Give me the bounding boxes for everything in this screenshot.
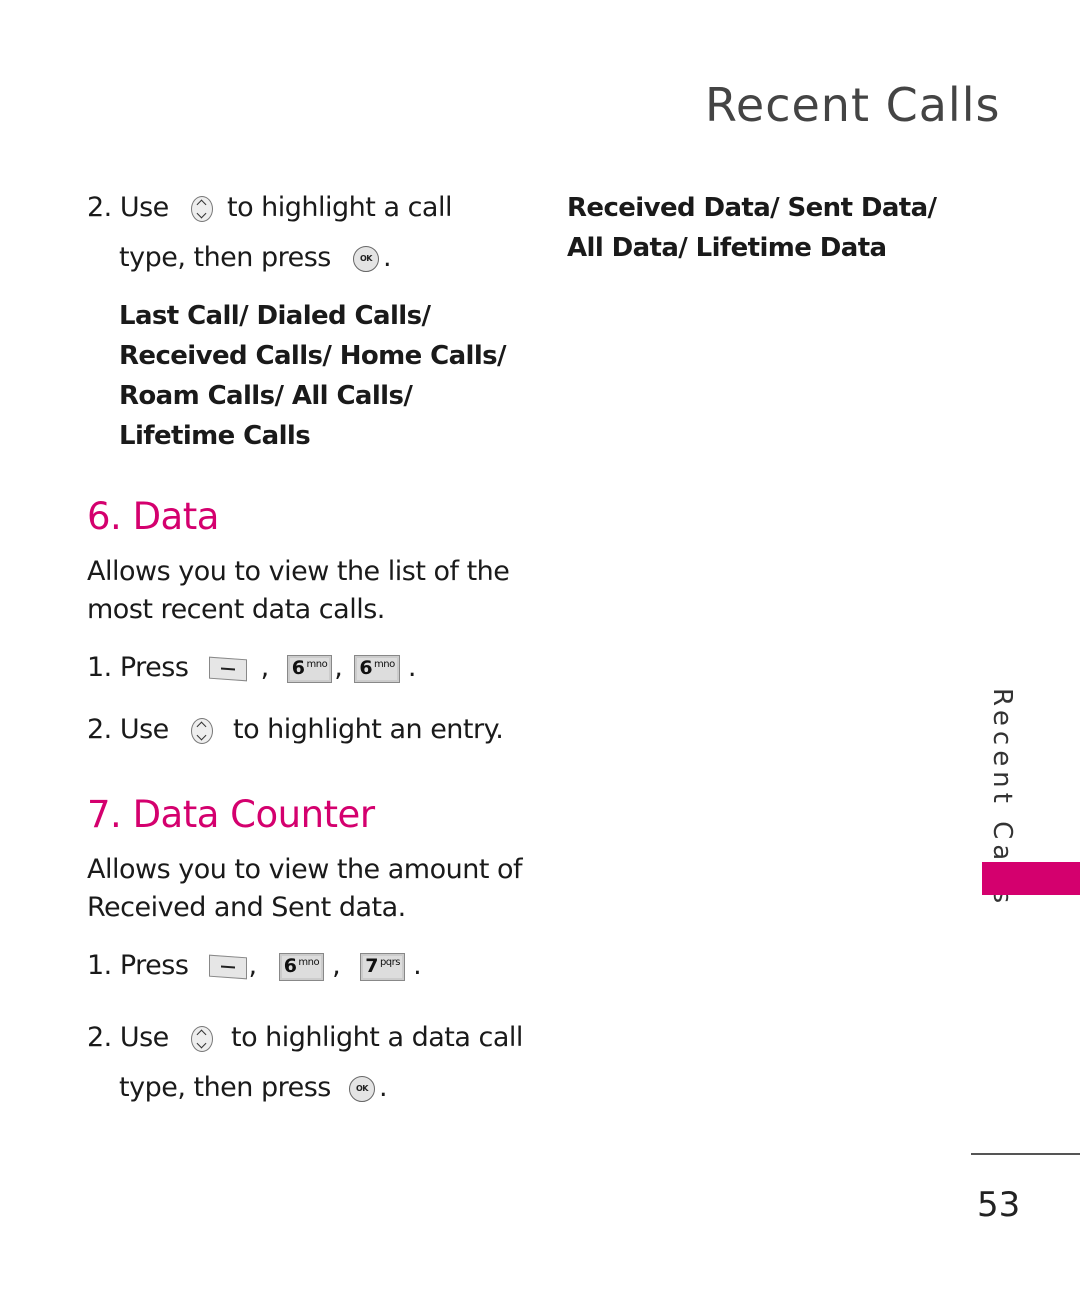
key-number: 6: [283, 954, 297, 977]
option-line: Received Calls/ Home Calls/: [119, 341, 507, 371]
data-step-1: 1. Press , 6 mno, 6 mno .: [87, 648, 416, 688]
data-description: Allows you to view the list of the most …: [87, 553, 510, 629]
key-number: 6: [291, 656, 305, 679]
section-heading-data: 6. Data: [87, 495, 219, 538]
data-counter-step-2-line2: type, then press OK.: [119, 1068, 388, 1108]
key-letters: mno: [298, 956, 320, 968]
step-text: to highlight an entry.: [232, 714, 504, 745]
footer-divider: [971, 1153, 1080, 1155]
option-line: All Data/ Lifetime Data: [567, 233, 887, 263]
period: .: [382, 242, 392, 273]
step-text: to highlight a call: [226, 192, 453, 223]
data-counter-step-1: 1. Press , 6 mno, 7 pqrs .: [87, 946, 422, 986]
option-line: Received Data/ Sent Data/: [567, 193, 937, 223]
desc-line: Allows you to view the amount of: [87, 854, 523, 885]
side-tab: Recent Calls: [985, 688, 1025, 908]
desc-line: Allows you to view the list of the: [87, 556, 510, 587]
period: .: [407, 652, 417, 683]
call-type-options: Last Call/ Dialed Calls/ Received Calls/…: [119, 296, 507, 456]
option-line: Last Call/ Dialed Calls/: [119, 301, 431, 331]
period: .: [413, 950, 422, 981]
step-text: 1. Press: [87, 652, 189, 683]
step-text: to highlight a data call: [230, 1022, 523, 1053]
comma: ,: [260, 652, 270, 683]
section-heading-data-counter: 7. Data Counter: [87, 793, 375, 836]
left-soft-key-icon: [208, 954, 247, 979]
comma: ,: [334, 652, 343, 683]
navigation-key-icon: [190, 195, 213, 222]
step-text: 2. Use: [87, 192, 169, 223]
step-text: 1. Press: [87, 950, 189, 981]
page-number: 53: [977, 1185, 1021, 1225]
option-line: Lifetime Calls: [119, 421, 311, 451]
ok-key-icon: OK: [352, 245, 379, 272]
comma: ,: [248, 950, 258, 981]
key-letters: mno: [374, 658, 395, 670]
option-line: Roam Calls/ All Calls/: [119, 381, 413, 411]
key-6-icon: 6 mno: [278, 952, 325, 981]
data-step-2: 2. Use to highlight an entry.: [87, 710, 504, 750]
period: .: [378, 1072, 388, 1103]
data-type-options: Received Data/ Sent Data/ All Data/ Life…: [567, 188, 937, 268]
step-text: 2. Use: [87, 1022, 169, 1053]
key-number: 7: [365, 954, 378, 977]
left-soft-key-icon: [208, 656, 247, 681]
comma: ,: [332, 950, 341, 981]
key-letters: pqrs: [379, 956, 401, 968]
step-2-line1: 2. Use to highlight a call: [87, 188, 452, 228]
section-marker-bar: [982, 862, 1080, 895]
data-counter-step-2-line1: 2. Use to highlight a data call: [87, 1018, 523, 1058]
navigation-key-icon: [190, 1025, 213, 1052]
step-text: 2. Use: [87, 714, 169, 745]
key-6-icon: 6 mno: [354, 654, 400, 683]
page-title: Recent Calls: [705, 78, 1001, 132]
key-number: 6: [359, 656, 373, 679]
step-2-line2: type, then press OK.: [119, 238, 392, 278]
key-6-icon: 6 mno: [286, 654, 333, 683]
desc-line: Received and Sent data.: [87, 892, 406, 923]
step-text: type, then press: [119, 242, 331, 273]
desc-line: most recent data calls.: [87, 594, 385, 625]
key-letters: mno: [306, 658, 328, 670]
step-text: type, then press: [119, 1072, 331, 1103]
ok-key-icon: OK: [348, 1075, 375, 1102]
navigation-key-icon: [190, 717, 213, 744]
key-7-icon: 7 pqrs: [360, 952, 405, 981]
data-counter-description: Allows you to view the amount of Receive…: [87, 851, 523, 927]
